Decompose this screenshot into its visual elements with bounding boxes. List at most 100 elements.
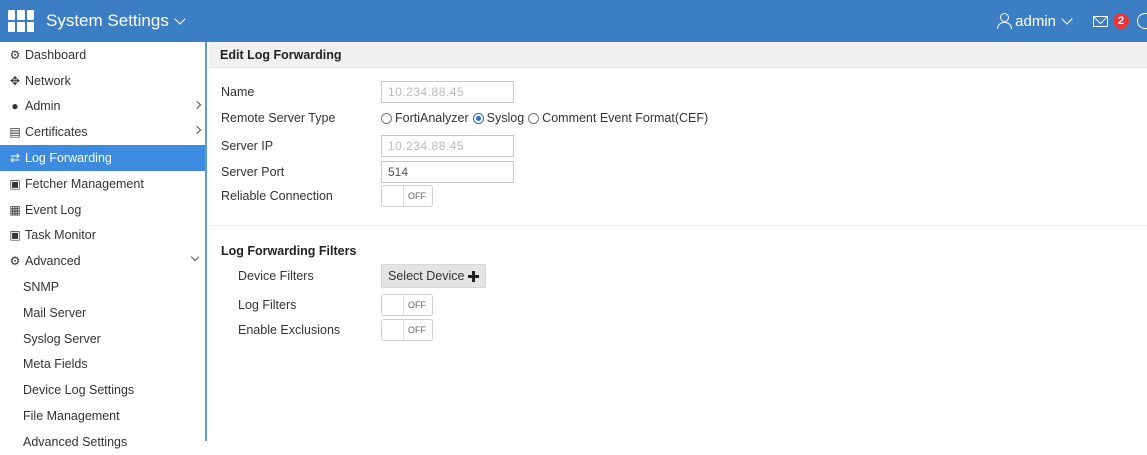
sidebar-item-label: Event Log — [25, 202, 82, 217]
radio-button-selected[interactable] — [472, 112, 484, 124]
radio-syslog[interactable]: Syslog — [472, 111, 525, 125]
chevron-right-icon — [192, 126, 202, 135]
toggle-state: OFF — [408, 191, 426, 201]
sidebar-item-label: Fetcher Management — [25, 176, 144, 191]
toggle-knob — [382, 186, 404, 206]
name-input[interactable] — [381, 81, 514, 103]
sidebar-item-advanced-settings[interactable]: Advanced Settings — [0, 429, 205, 455]
chevron-down-icon — [1061, 12, 1073, 25]
app-title: System Settings — [46, 11, 169, 30]
name-row: Name — [221, 81, 514, 103]
sidebar-item-label: Task Monitor — [25, 228, 96, 243]
chevron-down-icon — [174, 12, 186, 25]
radio-fortianalyzer[interactable]: FortiAnalyzer — [381, 111, 469, 125]
sidebar-item-syslog-server[interactable]: Syslog Server — [0, 326, 205, 352]
chevron-down-icon — [190, 253, 200, 262]
help-icon[interactable] — [1137, 13, 1147, 29]
radio-cef[interactable]: Comment Event Format(CEF) — [528, 111, 708, 125]
fortinet-logo-icon — [8, 10, 34, 32]
radio-button[interactable] — [381, 112, 392, 124]
user-menu[interactable]: admin — [996, 12, 1073, 30]
toggle-state: OFF — [408, 325, 426, 335]
sidebar-item-log-forwarding[interactable]: ⇄ Log Forwarding — [0, 145, 205, 171]
sidebar-item-label: Network — [25, 73, 71, 88]
device-filters-label: Device Filters — [238, 269, 314, 283]
toggle-knob — [382, 320, 404, 340]
sidebar-item-label: Advanced Settings — [23, 434, 128, 449]
fetcher-icon: ▣ — [9, 176, 21, 191]
sidebar-item-advanced[interactable]: ⚙ Advanced — [0, 248, 205, 274]
server-port-label: Server Port — [221, 165, 285, 179]
sidebar-item-meta-fields[interactable]: Meta Fields — [0, 352, 205, 378]
sidebar-item-admin[interactable]: ● Admin — [0, 94, 205, 120]
filters-section-title: Log Forwarding Filters — [221, 244, 357, 258]
radio-label: FortiAnalyzer — [395, 111, 469, 125]
top-bar: System Settings admin 2 — [0, 0, 1147, 42]
enable-exclusions-label: Enable Exclusions — [238, 323, 341, 337]
sidebar-item-network[interactable]: ✥ Network — [0, 68, 205, 94]
notification-badge: 2 — [1113, 13, 1129, 29]
server-port-input[interactable] — [381, 161, 514, 183]
sidebar-item-label: SNMP — [23, 280, 60, 295]
plus-icon — [468, 270, 480, 282]
name-label: Name — [221, 85, 255, 99]
log-filters-toggle[interactable]: OFF — [381, 294, 433, 316]
reliable-connection-row: Reliable Connection OFF — [221, 185, 433, 207]
server-ip-label: Server IP — [221, 139, 274, 153]
admin-user-icon: ● — [11, 99, 19, 114]
user-icon — [996, 13, 1013, 29]
remote-server-type-label: Remote Server Type — [221, 111, 336, 125]
log-filters-row: Log Filters OFF — [238, 294, 433, 316]
dashboard-icon: ⚙ — [9, 47, 21, 62]
sidebar-item-file-management[interactable]: File Management — [0, 403, 205, 429]
sidebar-item-label: Certificates — [25, 125, 88, 140]
system-settings-menu[interactable]: System Settings — [46, 11, 186, 31]
sidebar-item-task-monitor[interactable]: ▣ Task Monitor — [0, 223, 205, 249]
select-device-button[interactable]: Select Device — [381, 264, 487, 288]
radio-label: Syslog — [486, 111, 525, 125]
log-forwarding-icon: ⇄ — [9, 151, 21, 166]
toggle-state: OFF — [408, 300, 426, 310]
sidebar-item-label: Mail Server — [23, 305, 87, 320]
network-icon: ✥ — [9, 73, 21, 88]
radio-label: Comment Event Format(CEF) — [542, 111, 709, 125]
sidebar-item-label: Dashboard — [25, 47, 87, 62]
sidebar-item-event-log[interactable]: ▦ Event Log — [0, 197, 205, 223]
sidebar-item-fetcher-management[interactable]: ▣ Fetcher Management — [0, 171, 205, 197]
sidebar: ⚙ Dashboard ✥ Network ● Admin ▤ Certific… — [0, 42, 207, 449]
sidebar-item-label: Advanced — [25, 254, 81, 269]
sidebar-item-device-log-settings[interactable]: Device Log Settings — [0, 377, 205, 403]
section-title: Edit Log Forwarding — [209, 42, 1147, 68]
server-type-radio-group: FortiAnalyzer Syslog Comment Event Forma… — [381, 111, 712, 125]
reliable-connection-toggle[interactable]: OFF — [381, 185, 433, 207]
sidebar-item-dashboard[interactable]: ⚙ Dashboard — [0, 42, 205, 68]
reliable-connection-label: Reliable Connection — [221, 189, 333, 203]
advanced-icon: ⚙ — [9, 254, 21, 269]
server-ip-input[interactable] — [381, 135, 514, 157]
sidebar-item-certificates[interactable]: ▤ Certificates — [0, 119, 205, 145]
sidebar-item-label: Admin — [25, 99, 61, 114]
chevron-right-icon — [192, 100, 202, 109]
select-device-label: Select Device — [388, 269, 465, 283]
log-filters-label: Log Filters — [238, 298, 297, 312]
server-port-row: Server Port — [221, 161, 514, 183]
sidebar-item-label: Syslog Server — [23, 331, 101, 346]
event-log-icon: ▦ — [9, 202, 21, 217]
sidebar-item-mail-server[interactable]: Mail Server — [0, 300, 205, 326]
task-monitor-icon: ▣ — [9, 228, 21, 243]
certificate-icon: ▤ — [9, 125, 21, 140]
sidebar-item-label: Log Forwarding — [25, 151, 112, 166]
toggle-knob — [382, 295, 404, 315]
sidebar-item-label: File Management — [23, 409, 120, 424]
enable-exclusions-row: Enable Exclusions OFF — [238, 319, 433, 341]
sidebar-item-label: Device Log Settings — [23, 383, 135, 398]
main-content: Edit Log Forwarding Name Remote Server T… — [209, 42, 1147, 441]
sidebar-item-snmp[interactable]: SNMP — [0, 274, 205, 300]
device-filters-row: Device Filters Select Device — [238, 264, 487, 288]
notifications-button[interactable]: 2 — [1093, 13, 1129, 29]
remote-server-type-row: Remote Server Type FortiAnalyzer Syslog … — [221, 107, 712, 129]
radio-button[interactable] — [528, 112, 540, 124]
mail-icon — [1093, 15, 1108, 27]
enable-exclusions-toggle[interactable]: OFF — [381, 319, 433, 341]
server-ip-row: Server IP — [221, 135, 514, 157]
